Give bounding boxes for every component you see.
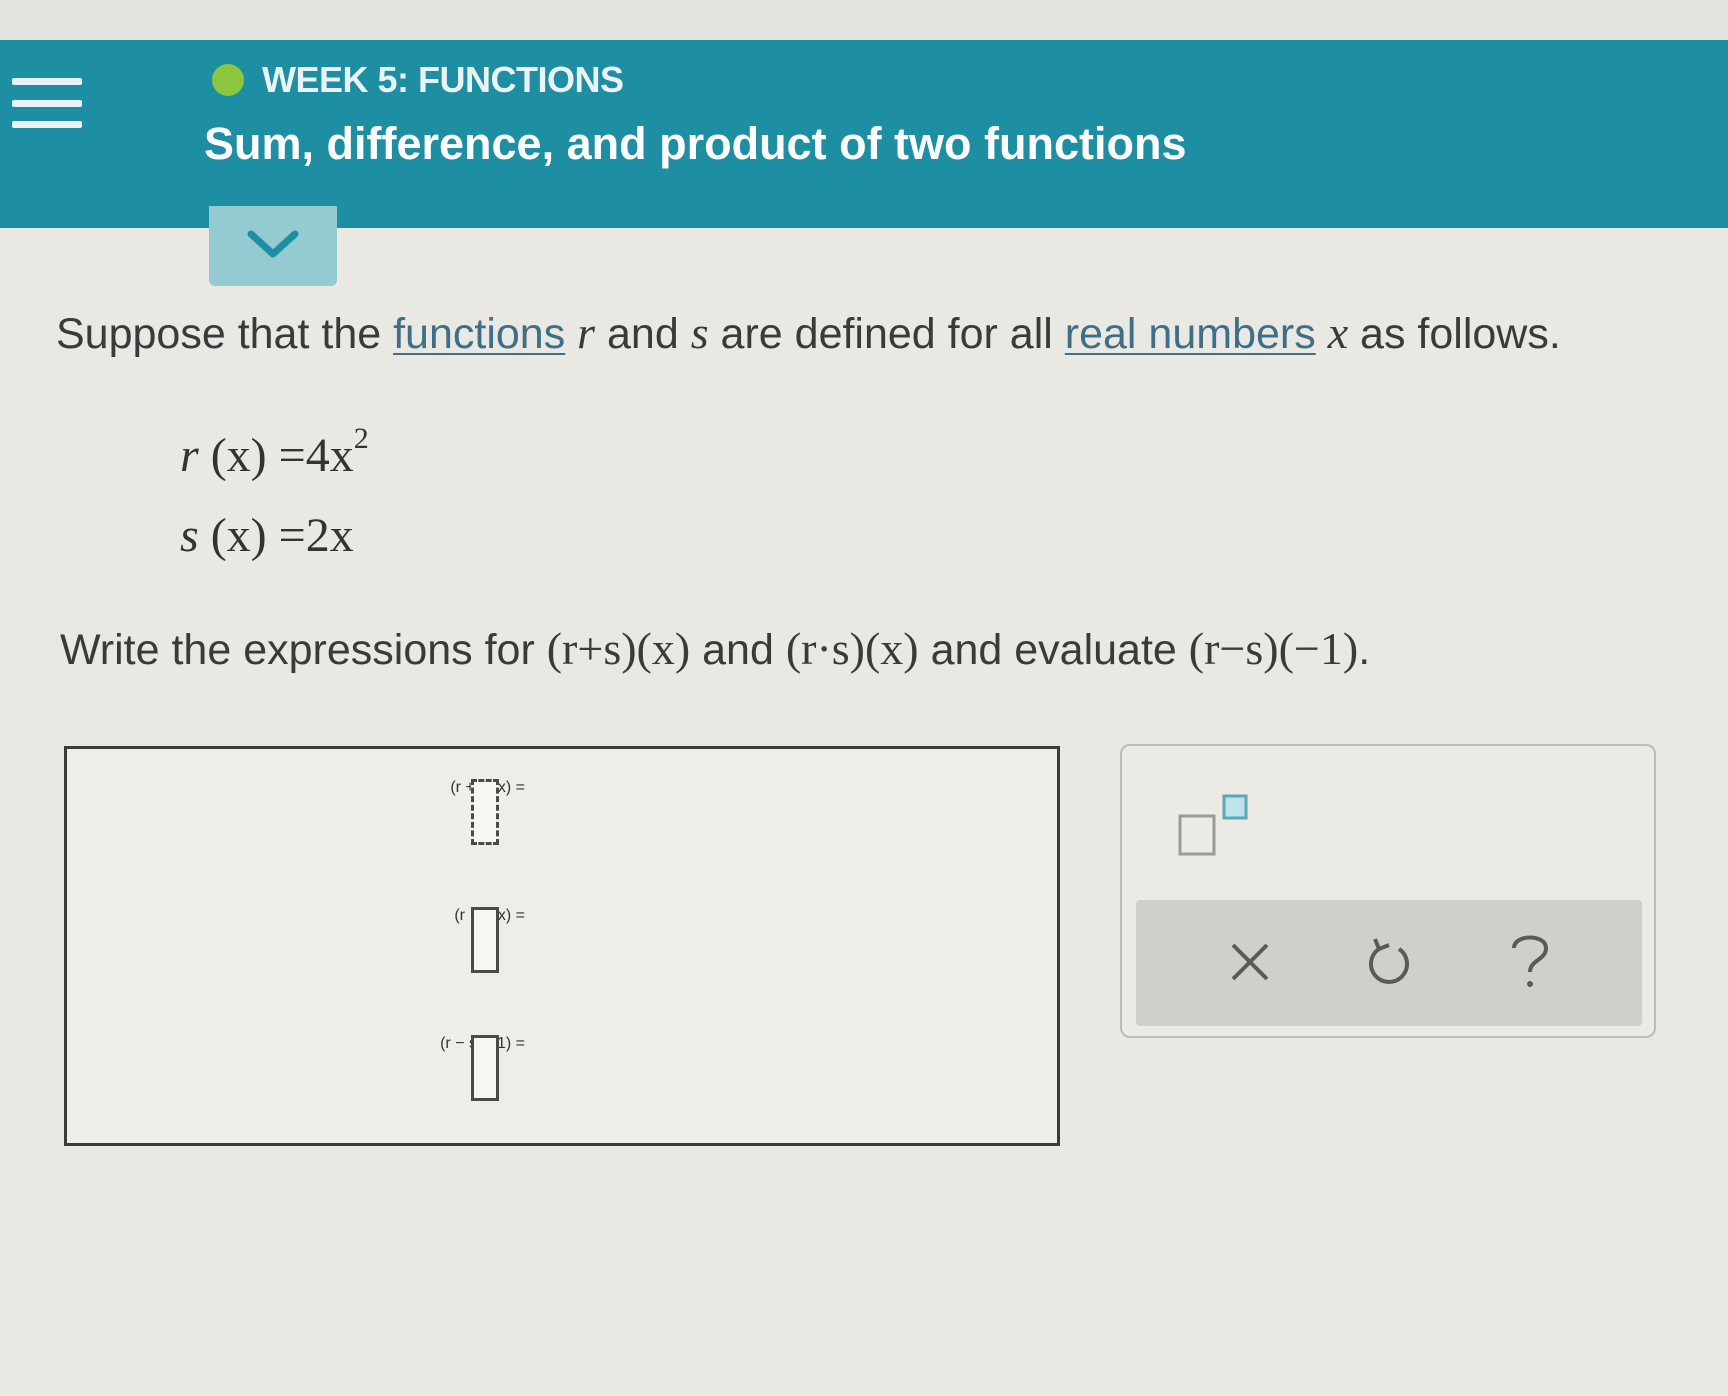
sum-answer-input[interactable]	[471, 779, 499, 845]
real-numbers-link[interactable]: real numbers	[1065, 310, 1316, 358]
help-button[interactable]	[1490, 922, 1570, 1002]
var-r: r	[577, 307, 596, 358]
undo-icon	[1369, 938, 1409, 984]
prompt-text: as follows.	[1348, 310, 1561, 358]
close-icon	[1231, 943, 1269, 981]
def-name: r	[180, 429, 199, 482]
def-expr: 2x	[305, 509, 354, 562]
expr-sum: (r+s)(x)	[546, 623, 691, 674]
expand-button[interactable]	[209, 206, 337, 286]
menu-bar	[12, 78, 82, 85]
week-row: WEEK 5: FUNCTIONS	[212, 58, 624, 102]
undo-button[interactable]	[1350, 922, 1430, 1002]
week-label: WEEK 5: FUNCTIONS	[262, 59, 624, 100]
instruction-text: and	[690, 626, 786, 674]
clear-button[interactable]	[1210, 922, 1290, 1002]
topic-title: Sum, difference, and product of two func…	[204, 118, 1187, 169]
menu-bar	[12, 121, 82, 128]
chevron-down-icon	[247, 230, 299, 258]
functions-link[interactable]: functions	[393, 310, 565, 358]
var-s: s	[690, 307, 709, 358]
definition-r: r (x) =4x2	[180, 422, 369, 483]
instruction-text: and evaluate	[918, 626, 1189, 674]
prompt-text: and	[595, 310, 691, 358]
tool-actions	[1136, 900, 1642, 1026]
instruction: Write the expressions for (r+s)(x) and (…	[60, 622, 1370, 675]
help-icon	[1512, 935, 1549, 987]
expr-difference: (r−s)(−1)	[1188, 623, 1359, 674]
def-name: s	[180, 509, 199, 562]
menu-icon[interactable]	[12, 78, 82, 128]
answer-box: (r + s)(x) = (r · s)(x) = (r − s)(−1) =	[64, 746, 1060, 1146]
menu-bar	[12, 99, 82, 107]
var-x: x	[1327, 307, 1349, 358]
exponent-template-icon	[1178, 794, 1248, 856]
def-arg: (x) =	[210, 509, 306, 562]
prompt-text: are defined for all	[708, 310, 1065, 358]
difference-answer-input[interactable]	[471, 1035, 499, 1101]
definition-s: s (x) =2x	[180, 508, 354, 563]
product-answer-input[interactable]	[471, 907, 499, 973]
expr-product: (r·s)(x)	[785, 623, 919, 674]
def-expr: 4x	[305, 429, 354, 482]
top-strip	[0, 0, 1728, 40]
status-dot-icon	[212, 64, 244, 96]
prompt-text: Suppose that the	[56, 310, 394, 358]
instruction-text: .	[1358, 626, 1371, 674]
instruction-text: Write the expressions for	[60, 626, 547, 674]
def-arg: (x) =	[210, 429, 306, 482]
def-exponent: 2	[353, 422, 369, 455]
question-prompt: Suppose that the functions r and s are d…	[56, 306, 1561, 359]
exponent-button[interactable]	[1176, 792, 1256, 862]
tools-panel	[1120, 744, 1656, 1038]
